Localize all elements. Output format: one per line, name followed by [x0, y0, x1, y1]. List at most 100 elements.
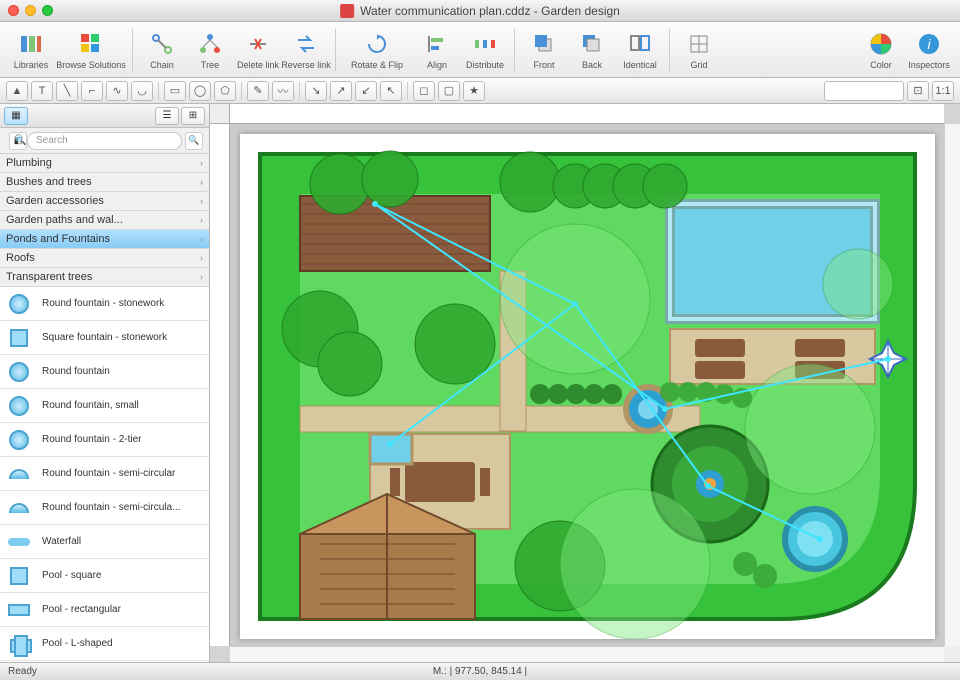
window-controls: [8, 5, 53, 16]
sidebar-search-input[interactable]: Search: [27, 132, 182, 150]
tool-pen[interactable]: ✎: [247, 81, 269, 101]
stencil-row[interactable]: Pool - L-shaped: [0, 627, 209, 661]
tool-rect[interactable]: ▭: [164, 81, 186, 101]
tool-freehand[interactable]: 〰: [272, 81, 294, 101]
tool-note[interactable]: ▢: [438, 81, 460, 101]
toolbar-browse-solutions[interactable]: Browse Solutions: [56, 30, 126, 70]
stencil-row[interactable]: Square fountain - stonework: [0, 321, 209, 355]
stencil-row[interactable]: Round fountain - semi-circular: [0, 457, 209, 491]
category-row[interactable]: Plumbing›: [0, 154, 209, 173]
toolbar-libraries[interactable]: Libraries: [8, 30, 54, 70]
distribute-icon: [471, 30, 499, 58]
toolbar-color[interactable]: Color: [858, 30, 904, 70]
stencil-label: Pool - square: [42, 570, 205, 581]
stencil-list: Round fountain - stonework Square fountai…: [0, 287, 209, 662]
toolbar-reverse-link[interactable]: Reverse link: [283, 30, 329, 70]
stencil-row[interactable]: Waterfall: [0, 525, 209, 559]
grid-icon: [685, 30, 713, 58]
stencil-label: Round fountain - semi-circular: [42, 468, 205, 479]
tool-arrow-3[interactable]: ↙: [355, 81, 377, 101]
ruler-horizontal[interactable]: [230, 104, 944, 124]
tool-pointer[interactable]: ▲: [6, 81, 28, 101]
category-row[interactable]: Garden accessories›: [0, 192, 209, 211]
tool-callout[interactable]: ◻: [413, 81, 435, 101]
tool-arrow-2[interactable]: ↗: [330, 81, 352, 101]
sidebar-tab-shapes[interactable]: ▦: [4, 107, 28, 125]
zoom-100[interactable]: 1:1: [932, 81, 954, 101]
garden-plan: [240, 134, 935, 639]
chevron-right-icon: ›: [200, 253, 203, 263]
toolbar-tree[interactable]: Tree: [187, 30, 233, 70]
stencil-row[interactable]: Pool - rectangular: [0, 593, 209, 627]
secondary-toolbar: ▲ T ╲ ⌐ ∿ ◡ ▭ ◯ ⬠ ✎ 〰 ↘ ↗ ↙ ↖ ◻ ▢ ★ ⊡ 1:…: [0, 78, 960, 104]
stencil-label: Square fountain - stonework: [42, 332, 205, 343]
toolbar-align[interactable]: Align: [414, 30, 460, 70]
tool-arrow-4[interactable]: ↖: [380, 81, 402, 101]
stencil-label: Round fountain - 2-tier: [42, 434, 205, 445]
zoom-dropdown[interactable]: [824, 81, 904, 101]
title-center: Water communication plan.cddz - Garden d…: [340, 4, 620, 18]
tool-line[interactable]: ╲: [56, 81, 78, 101]
search-go[interactable]: 🔍: [185, 132, 203, 150]
category-row[interactable]: Roofs›: [0, 249, 209, 268]
sidebar-tab-list[interactable]: ☰: [155, 107, 179, 125]
toolbar-delete-link[interactable]: Delete link: [235, 30, 281, 70]
scrollbar-horizontal[interactable]: [230, 646, 944, 662]
color-icon: [867, 30, 895, 58]
close-window-button[interactable]: [8, 5, 19, 16]
toolbar-rotate-flip[interactable]: Rotate & Flip: [342, 30, 412, 70]
stencil-label: Round fountain: [42, 366, 205, 377]
drawing-page[interactable]: [240, 134, 935, 639]
category-row[interactable]: Ponds and Fountains›: [0, 230, 209, 249]
zoom-fit[interactable]: ⊡: [907, 81, 929, 101]
sidebar: ▦ ☰ ⊞ ◧ Search 🔍 Plumbing›Bushes and tre…: [0, 104, 210, 662]
tool-text[interactable]: T: [31, 81, 53, 101]
stencil-thumb-icon: [4, 630, 34, 658]
canvas[interactable]: [230, 124, 944, 646]
tree-icon: [196, 30, 224, 58]
chevron-right-icon: ›: [200, 158, 203, 168]
scrollbar-vertical[interactable]: [944, 124, 960, 646]
sidebar-search-row: ◧ Search 🔍: [0, 128, 209, 154]
category-row[interactable]: Bushes and trees›: [0, 173, 209, 192]
toolbar-separator: [132, 29, 133, 71]
toolbar-distribute[interactable]: Distribute: [462, 30, 508, 70]
minimize-window-button[interactable]: [25, 5, 36, 16]
category-row[interactable]: Transparent trees›: [0, 268, 209, 287]
ruler-vertical[interactable]: [210, 124, 230, 646]
stencil-thumb-icon: [4, 528, 34, 556]
toolbar-chain[interactable]: Chain: [139, 30, 185, 70]
chevron-right-icon: ›: [200, 234, 203, 244]
toolbar-inspectors[interactable]: i Inspectors: [906, 30, 952, 70]
tool-stamp[interactable]: ★: [463, 81, 485, 101]
tool-arc[interactable]: ◡: [131, 81, 153, 101]
main-toolbar: Libraries Browse Solutions Chain Tree De…: [0, 22, 960, 78]
stencil-row[interactable]: Round fountain - 2-tier: [0, 423, 209, 457]
status-coordinates: M.: | 977.50, 845.14 |: [323, 666, 638, 677]
chevron-right-icon: ›: [200, 177, 203, 187]
stencil-row[interactable]: Pool - 2-tier: [0, 661, 209, 662]
stencil-thumb-icon: [4, 426, 34, 454]
search-placeholder: Search: [36, 135, 68, 146]
stencil-row[interactable]: Round fountain, small: [0, 389, 209, 423]
stencil-label: Pool - rectangular: [42, 604, 205, 615]
stencil-row[interactable]: Round fountain - stonework: [0, 287, 209, 321]
toolbar-front[interactable]: Front: [521, 30, 567, 70]
toolbar-identical[interactable]: Identical: [617, 30, 663, 70]
tool-ellipse[interactable]: ◯: [189, 81, 211, 101]
sidebar-tab-grid[interactable]: ⊞: [181, 107, 205, 125]
stencil-row[interactable]: Round fountain - semi-circula...: [0, 491, 209, 525]
tool-arrow-1[interactable]: ↘: [305, 81, 327, 101]
tool-connector[interactable]: ⌐: [81, 81, 103, 101]
stencil-row[interactable]: Round fountain: [0, 355, 209, 389]
stencil-thumb-icon: [4, 494, 34, 522]
toolbar-grid[interactable]: Grid: [676, 30, 722, 70]
tool-curve[interactable]: ∿: [106, 81, 128, 101]
tool-polygon[interactable]: ⬠: [214, 81, 236, 101]
stencil-row[interactable]: Pool - square: [0, 559, 209, 593]
toolbar-back[interactable]: Back: [569, 30, 615, 70]
category-row[interactable]: Garden paths and wal...›: [0, 211, 209, 230]
statusbar: Ready M.: | 977.50, 845.14 |: [0, 662, 960, 680]
chain-icon: [148, 30, 176, 58]
zoom-window-button[interactable]: [42, 5, 53, 16]
